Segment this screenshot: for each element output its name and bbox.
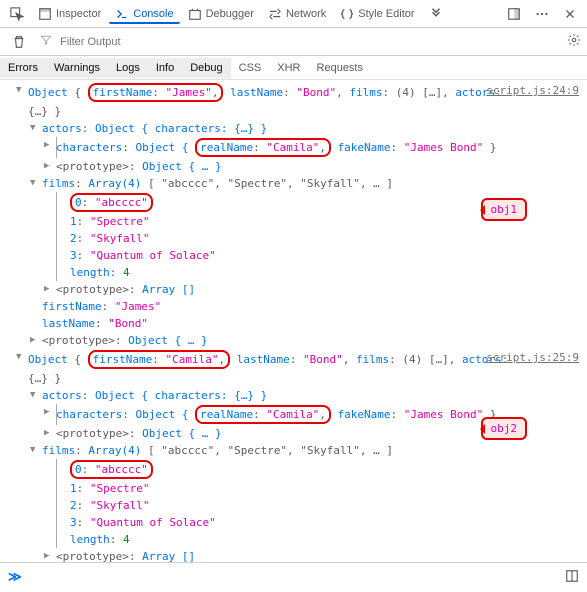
- highlight-box: 0: "abcccc": [70, 193, 153, 212]
- prop-row[interactable]: films: Array(4) [ "abcccc", "Spectre", "…: [0, 442, 587, 459]
- tab-debugger[interactable]: Debugger: [182, 4, 260, 24]
- tab-label: Inspector: [56, 8, 101, 20]
- cat-xhr[interactable]: XHR: [269, 58, 308, 78]
- cat-requests[interactable]: Requests: [309, 58, 371, 78]
- highlight-box: firstName: "James",: [88, 83, 224, 102]
- expand-icon[interactable]: [30, 121, 40, 136]
- expand-icon[interactable]: [44, 282, 54, 297]
- dock-button[interactable]: [501, 4, 527, 24]
- prop-row: lastName: "Bond": [0, 315, 587, 332]
- source-link[interactable]: script.js:25:9: [486, 350, 579, 365]
- cat-debug[interactable]: Debug: [182, 58, 230, 78]
- expand-icon[interactable]: [44, 426, 54, 441]
- source-link[interactable]: script.js:24:9: [486, 83, 579, 98]
- close-button[interactable]: [557, 4, 583, 24]
- tab-label: Network: [286, 8, 326, 20]
- prop-row[interactable]: films: Array(4) [ "abcccc", "Spectre", "…: [0, 175, 587, 192]
- expand-icon[interactable]: [30, 333, 40, 348]
- expand-icon[interactable]: [44, 549, 54, 562]
- array-item: 2: "Skyfall": [0, 230, 587, 247]
- expand-icon[interactable]: [30, 443, 40, 458]
- funnel-icon: [40, 34, 52, 49]
- tab-console[interactable]: Console: [109, 4, 179, 24]
- tab-label: Debugger: [206, 8, 254, 20]
- overflow-button[interactable]: [423, 4, 449, 24]
- prompt-icon: ≫: [8, 570, 22, 585]
- tab-inspector[interactable]: Inspector: [32, 4, 107, 24]
- filter-input[interactable]: [60, 36, 559, 48]
- cat-logs[interactable]: Logs: [108, 58, 148, 78]
- array-item: 1: "Spectre": [0, 480, 587, 497]
- prop-row[interactable]: actors: Object { characters: {…} }: [0, 120, 587, 137]
- log-row[interactable]: Object { firstName: "Camila", lastName: …: [0, 349, 587, 370]
- array-length: length: 4: [0, 264, 587, 281]
- category-bar: Errors Warnings Logs Info Debug CSS XHR …: [0, 56, 587, 80]
- tab-style-editor[interactable]: Style Editor: [334, 4, 420, 24]
- kebab-button[interactable]: [529, 4, 555, 24]
- split-panel-icon[interactable]: [565, 569, 579, 586]
- cat-css[interactable]: CSS: [231, 58, 270, 78]
- pick-element-button[interactable]: [4, 4, 30, 24]
- annotation-obj2: obj2: [481, 417, 528, 440]
- array-item: 3: "Quantum of Solace": [0, 247, 587, 264]
- highlight-box: realName: "Camila",: [195, 405, 331, 424]
- prop-row[interactable]: <prototype>: Object { … }: [0, 158, 587, 175]
- highlight-box: 0: "abcccc": [70, 460, 153, 479]
- console-input[interactable]: [28, 571, 559, 584]
- annotation-obj1: obj1: [481, 198, 528, 221]
- log-row-cont: {…} }: [0, 370, 587, 387]
- array-item: 2: "Skyfall": [0, 497, 587, 514]
- cat-info[interactable]: Info: [148, 58, 182, 78]
- expand-icon[interactable]: [16, 350, 26, 365]
- array-item: 3: "Quantum of Solace": [0, 514, 587, 531]
- tab-label: Console: [133, 8, 173, 20]
- expand-icon[interactable]: [30, 176, 40, 191]
- highlight-box: realName: "Camila",: [195, 138, 331, 157]
- log-row[interactable]: Object { firstName: "James", lastName: "…: [0, 82, 587, 103]
- devtools-toolbar: Inspector Console Debugger Network Style…: [0, 0, 587, 28]
- array-length: length: 4: [0, 531, 587, 548]
- array-item: 0: "abcccc": [0, 459, 587, 480]
- expand-icon[interactable]: [44, 159, 54, 174]
- prop-row[interactable]: actors: Object { characters: {…} }: [0, 387, 587, 404]
- object-label: Object: [28, 86, 68, 99]
- prop-row[interactable]: <prototype>: Array []: [0, 548, 587, 562]
- prop-row: firstName: "James": [0, 298, 587, 315]
- expand-icon[interactable]: [16, 83, 26, 98]
- console-output[interactable]: Object { firstName: "James", lastName: "…: [0, 80, 587, 562]
- expand-icon[interactable]: [44, 405, 54, 420]
- prop-row[interactable]: <prototype>: Array []: [0, 281, 587, 298]
- prop-row[interactable]: characters: Object { realName: "Camila",…: [0, 137, 587, 158]
- tab-label: Style Editor: [358, 8, 414, 20]
- console-input-bar: ≫: [0, 562, 587, 592]
- filter-bar: [0, 28, 587, 56]
- trash-button[interactable]: [6, 32, 32, 52]
- tab-network[interactable]: Network: [262, 4, 332, 24]
- cat-errors[interactable]: Errors: [0, 58, 46, 78]
- cat-warnings[interactable]: Warnings: [46, 58, 108, 78]
- prop-row[interactable]: <prototype>: Object { … }: [0, 332, 587, 349]
- gear-icon[interactable]: [567, 33, 581, 50]
- log-row-cont: {…} }: [0, 103, 587, 120]
- expand-icon[interactable]: [44, 138, 54, 153]
- highlight-box: firstName: "Camila",: [88, 350, 230, 369]
- expand-icon[interactable]: [30, 388, 40, 403]
- object-label: Object: [28, 353, 68, 366]
